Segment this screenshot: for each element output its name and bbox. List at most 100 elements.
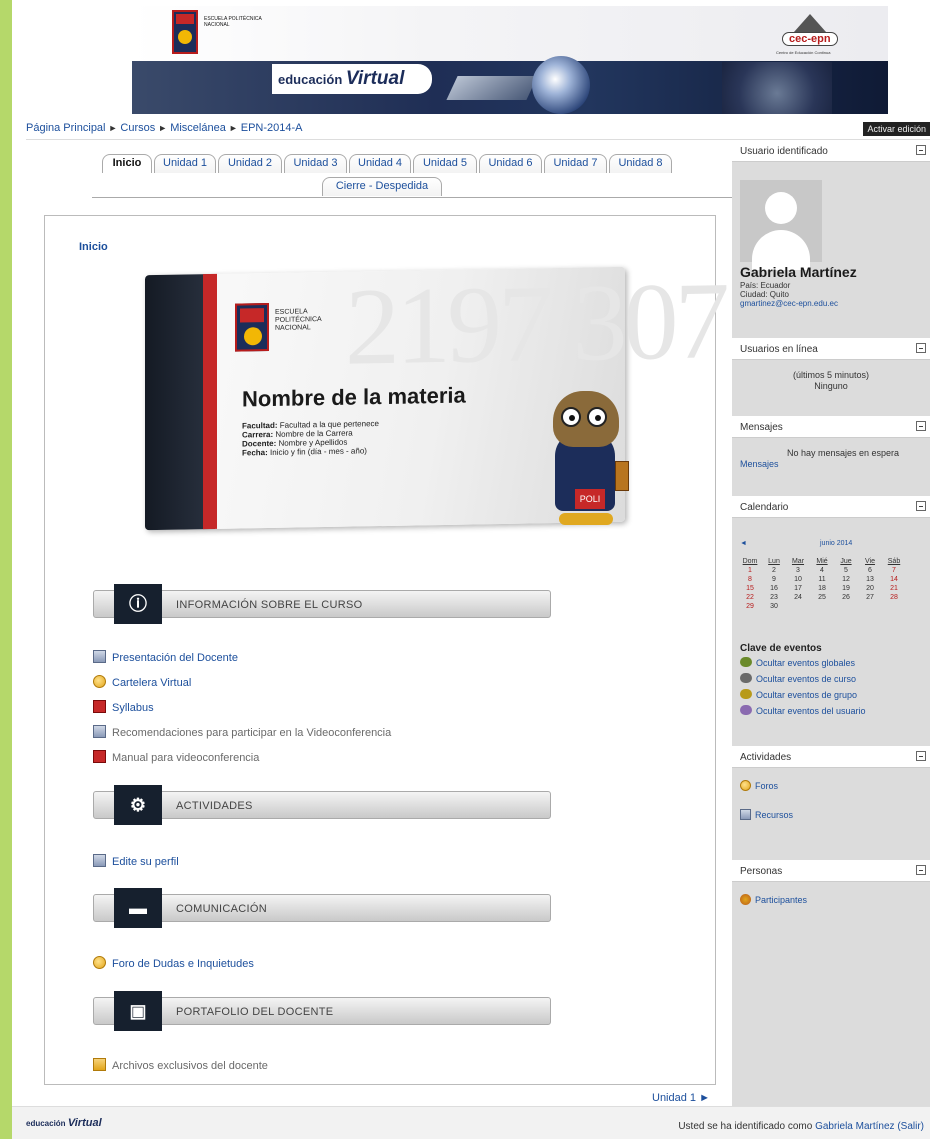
calendar-day[interactable]: 26 [834,593,858,602]
tab-inicio[interactable]: Inicio [102,154,152,173]
calendar-day[interactable]: 22 [738,593,762,602]
tab-unidad-7[interactable]: Unidad 7 [544,154,607,173]
calendar-grid: Dom Lun Mar Mié Jue Vie Sáb 1 2 3 4 5 6 7 8 9 10 11 12 13 14… [738,557,906,611]
tab-unidad-6[interactable]: Unidad 6 [479,154,542,173]
activity-label: Foro de Dudas e Inquietudes [112,958,254,970]
prev-month-icon[interactable]: ◄ [740,540,747,547]
breadcrumb-item[interactable]: Miscelánea [170,122,226,134]
event-type-icon [740,705,752,715]
calendar-day[interactable]: 13 [858,575,882,584]
calendar-weekday: Jue [840,558,852,565]
sidebar-item-foros[interactable]: Foros [740,780,778,791]
sidebar-item-participantes[interactable]: Participantes [740,894,807,905]
calendar-day[interactable]: 27 [858,593,882,602]
calendar-day[interactable]: 4 [810,566,834,575]
calendar-day[interactable]: 14 [882,575,906,584]
collapse-icon[interactable] [916,145,926,155]
calendar-day[interactable]: 15 [738,584,762,593]
tab-unidad-1[interactable]: Unidad 1 [154,154,216,173]
calendar-weekday: Mié [816,558,828,565]
tab-unidad-8[interactable]: Unidad 8 [609,154,672,173]
calendar-day[interactable]: 1 [738,566,762,575]
tab-cierre-despedida[interactable]: Cierre - Despedida [322,177,442,196]
activity-link[interactable]: Foro de Dudas e Inquietudes [93,956,254,972]
event-key-link[interactable]: Ocultar eventos de curso [740,673,856,684]
event-key-link[interactable]: Ocultar eventos del usuario [740,705,866,716]
collapse-icon[interactable] [916,343,926,353]
course-detail-value: Inicio y fin (día - mes - año) [270,446,367,458]
calendar-day[interactable]: 5 [834,566,858,575]
activity-link[interactable]: Recomendaciones para participar en la Vi… [93,725,391,741]
hero-numbers: 2197 307 [345,259,726,388]
breadcrumb-item[interactable]: Página Principal [26,122,106,134]
calendar-day[interactable]: 18 [810,584,834,593]
collapse-icon[interactable] [916,751,926,761]
calendar-day[interactable]: 24 [786,593,810,602]
sidebar-item-recursos[interactable]: Recursos [740,809,793,820]
activity-link[interactable]: Presentación del Docente [93,650,238,666]
calendar-day[interactable]: 21 [882,584,906,593]
calendar-month-label[interactable]: junio 2014 [820,540,852,547]
calendar-day[interactable]: 28 [882,593,906,602]
collapse-icon[interactable] [916,421,926,431]
breadcrumb-item[interactable]: EPN-2014-A [241,122,303,134]
activity-link[interactable]: Syllabus [93,700,154,716]
event-key-label: Ocultar eventos globales [756,658,856,668]
collapse-icon[interactable] [916,501,926,511]
calendar-day[interactable]: 7 [882,566,906,575]
calendar-day[interactable]: 6 [858,566,882,575]
calendar-day [834,602,858,611]
activity-link[interactable]: Manual para videoconferencia [93,750,259,766]
calendar-day[interactable]: 12 [834,575,858,584]
calendar-day[interactable]: 11 [810,575,834,584]
activity-label: Edite su perfil [112,856,179,868]
educacion-virtual-logo: educación Virtual [278,68,405,89]
calendar-day[interactable]: 3 [786,566,810,575]
activar-edicion-button[interactable]: Activar edición [863,122,930,136]
epn-logo [235,303,269,352]
breadcrumb-item[interactable]: Cursos [120,122,155,134]
activity-link[interactable]: Cartelera Virtual [93,675,191,691]
calendar-day[interactable]: 16 [762,584,786,593]
calendar-day [858,602,882,611]
user-name: Gabriela Martínez [740,264,857,280]
tab-unidad-3[interactable]: Unidad 3 [284,154,347,173]
course-detail-label: Fecha: [242,448,271,458]
tab-unidad-2[interactable]: Unidad 2 [218,154,282,173]
globe-image [532,56,590,114]
briefcase-icon: ▣ [114,991,162,1031]
event-key-link[interactable]: Ocultar eventos globales [740,657,855,668]
calendar-day[interactable]: 2 [762,566,786,575]
chat-icon: ▬ [114,888,162,928]
online-subtitle: (últimos 5 minutos) [792,370,870,380]
calendar-day[interactable]: 19 [834,584,858,593]
messages-link[interactable]: Mensajes [740,459,779,469]
activity-link[interactable]: Archivos exclusivos del docente [93,1058,268,1074]
event-key-link[interactable]: Ocultar eventos de grupo [740,689,857,700]
collapse-icon[interactable] [916,865,926,875]
calendar-day[interactable]: 30 [762,602,786,611]
tab-unidad-4[interactable]: Unidad 4 [349,154,411,173]
calendar-day[interactable]: 20 [858,584,882,593]
calendar-day[interactable]: 29 [738,602,762,611]
footer-user-link[interactable]: Gabriela Martínez [815,1121,894,1132]
activity-link[interactable]: Edite su perfil [93,854,179,870]
login-info: Usted se ha identificado como Gabriela M… [678,1121,924,1132]
calendar-day[interactable]: 17 [786,584,810,593]
logout-link[interactable]: (Salir) [897,1121,924,1132]
calendar-day[interactable]: 23 [762,593,786,602]
forum-icon [740,780,751,791]
epn-logo [172,10,198,54]
calendar-day[interactable]: 8 [738,575,762,584]
calendar-day[interactable]: 25 [810,593,834,602]
next-unit-link[interactable]: Unidad 1 ► [652,1092,710,1104]
site-banner: Escuela Politécnica Nacional cec-epn Cen… [132,6,888,114]
user-email-link[interactable]: gmartinez@cec-epn.edu.ec [740,299,838,308]
event-type-icon [740,657,752,667]
tab-unidad-5[interactable]: Unidad 5 [413,154,477,173]
events-key-title: Clave de eventos [740,643,822,654]
calendar-day[interactable]: 10 [786,575,810,584]
event-type-icon [740,673,752,683]
online-value: Ninguno [814,381,848,391]
calendar-day[interactable]: 9 [762,575,786,584]
